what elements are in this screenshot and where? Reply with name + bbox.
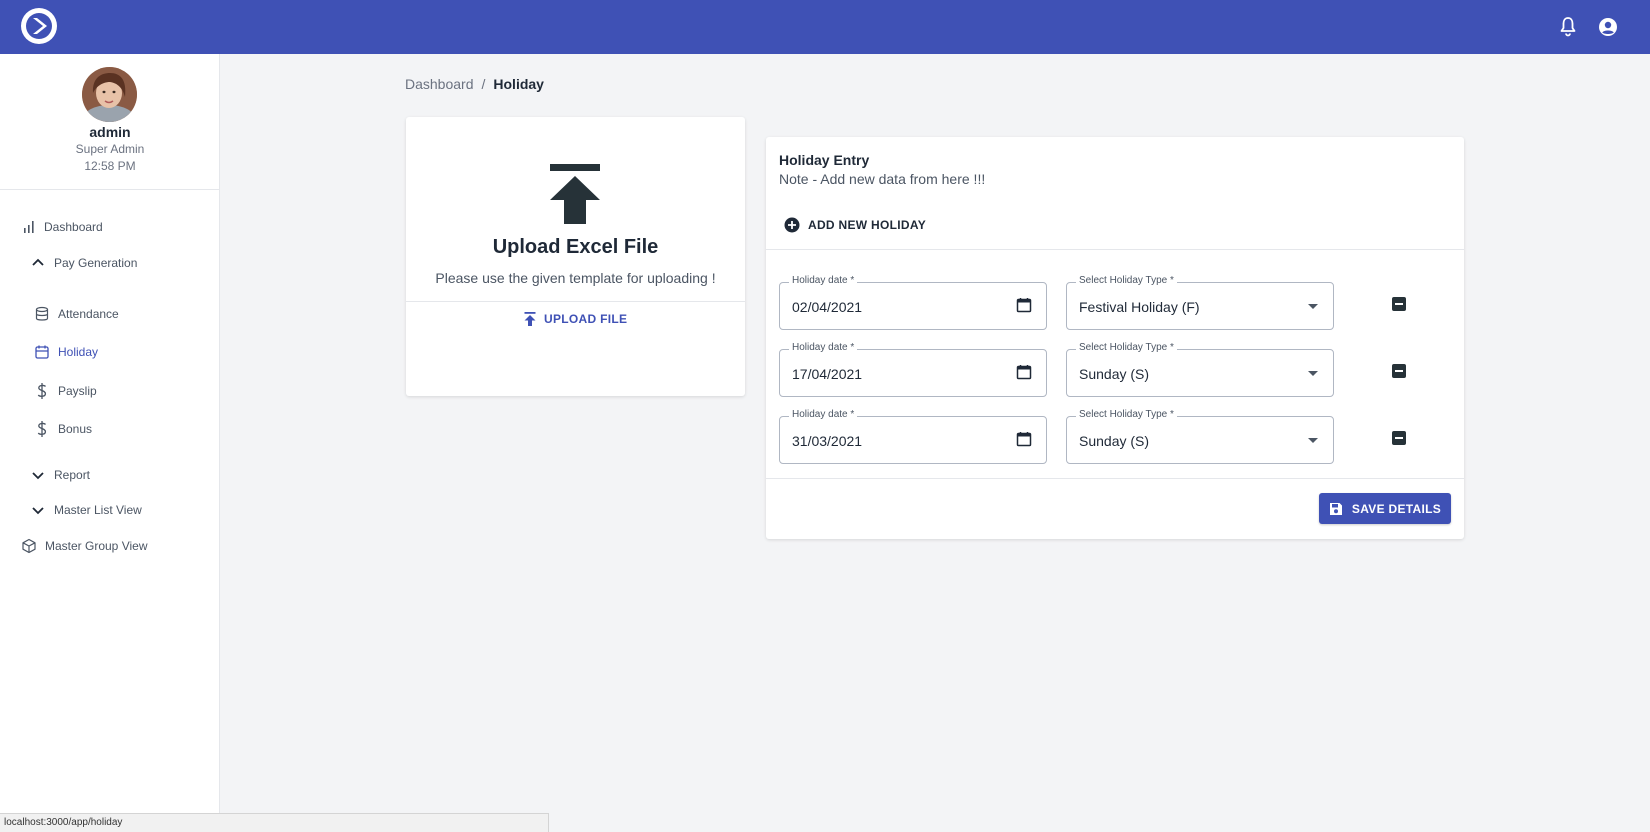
sidebar-item-label: Attendance — [58, 307, 119, 321]
breadcrumb: Dashboard / Holiday — [405, 76, 544, 92]
holiday-type-select[interactable]: Select Holiday Type * Sunday (S) — [1066, 409, 1334, 464]
sidebar-item-label: Bonus — [58, 422, 93, 436]
dollar-icon — [37, 421, 47, 437]
upload-file-label: UPLOAD FILE — [544, 312, 628, 326]
bell-icon[interactable] — [1556, 15, 1580, 39]
status-bar-url: localhost:3000/app/holiday — [0, 813, 549, 832]
holiday-entry-note: Note - Add new data from here !!! — [779, 171, 986, 187]
sidebar: admin Super Admin 12:58 PM Dashboard Pay… — [0, 54, 220, 832]
calendar-icon — [35, 345, 49, 359]
top-app-bar — [0, 0, 1650, 54]
upload-subtitle: Please use the given template for upload… — [435, 270, 716, 286]
sidebar-item-label: Master Group View — [45, 539, 148, 553]
dropdown-arrow-icon — [1308, 438, 1318, 443]
sidebar-item-label: Holiday — [58, 345, 99, 359]
holiday-date-field[interactable]: Holiday date * 02/04/2021 — [779, 275, 1047, 330]
holiday-date-value: 31/03/2021 — [792, 433, 863, 449]
upload-icon — [524, 312, 536, 326]
calendar-picker-icon[interactable] — [1016, 364, 1032, 380]
sidebar-divider — [0, 189, 220, 190]
holiday-date-value: 17/04/2021 — [792, 366, 863, 382]
holiday-date-label: Holiday date * — [789, 275, 858, 286]
sidebar-item-label: Report — [54, 468, 91, 482]
save-icon — [1329, 502, 1342, 515]
holiday-type-label: Select Holiday Type * — [1076, 409, 1177, 420]
sidebar-item-dashboard[interactable]: Dashboard — [22, 220, 103, 234]
holiday-type-label: Select Holiday Type * — [1076, 342, 1177, 353]
sidebar-item-bonus[interactable]: Bonus — [34, 420, 92, 438]
upload-title: Upload Excel File — [492, 236, 659, 258]
save-details-button[interactable]: SAVE DETAILS — [1319, 493, 1451, 524]
holiday-type-label: Select Holiday Type * — [1076, 275, 1177, 286]
calendar-picker-icon[interactable] — [1016, 297, 1032, 313]
holiday-entry-card: Holiday Entry Note - Add new data from h… — [766, 137, 1464, 539]
remove-row-button[interactable] — [1391, 430, 1409, 448]
app-logo[interactable] — [21, 8, 57, 44]
add-new-holiday-label: ADD NEW HOLIDAY — [808, 218, 927, 232]
sidebar-item-label: Payslip — [58, 384, 97, 398]
holiday-entry-footer-divider — [766, 478, 1464, 479]
dropdown-arrow-icon — [1308, 304, 1318, 309]
chevron-up-icon — [32, 258, 44, 266]
save-details-label: SAVE DETAILS — [1351, 501, 1442, 516]
remove-row-button[interactable] — [1391, 296, 1409, 314]
sidebar-item-attendance[interactable]: Attendance — [34, 306, 119, 322]
upload-divider — [406, 301, 745, 302]
sidebar-item-payslip[interactable]: Payslip — [34, 382, 97, 400]
cube-icon — [22, 538, 36, 554]
dropdown-arrow-icon — [1308, 371, 1318, 376]
breadcrumb-parent[interactable]: Dashboard — [405, 76, 474, 92]
user-role: Super Admin — [75, 142, 145, 156]
chevron-down-icon — [32, 507, 44, 515]
sidebar-item-label: Master List View — [54, 503, 142, 517]
upload-file-button[interactable]: UPLOAD FILE — [524, 312, 627, 326]
database-icon — [35, 306, 49, 321]
chevron-down-icon — [32, 472, 44, 480]
bar-chart-icon — [24, 221, 34, 233]
holiday-date-label: Holiday date * — [789, 409, 858, 420]
holiday-date-label: Holiday date * — [789, 342, 858, 353]
sidebar-item-label: Dashboard — [44, 220, 103, 234]
holiday-type-value: Sunday (S) — [1079, 366, 1150, 382]
user-name: admin — [89, 124, 131, 140]
calendar-picker-icon[interactable] — [1016, 431, 1032, 447]
holiday-date-value: 02/04/2021 — [792, 299, 863, 315]
upload-large-icon — [550, 164, 600, 224]
user-time: 12:58 PM — [84, 159, 136, 173]
logo-icon — [26, 13, 52, 39]
avatar[interactable] — [82, 67, 137, 122]
remove-row-button[interactable] — [1391, 363, 1409, 381]
sidebar-item-report[interactable]: Report — [30, 468, 90, 482]
breadcrumb-current: Holiday — [493, 76, 544, 92]
holiday-entry-title: Holiday Entry — [779, 152, 870, 168]
sidebar-item-label: Pay Generation — [54, 256, 138, 270]
sidebar-item-pay-generation[interactable]: Pay Generation — [30, 256, 137, 270]
holiday-type-select[interactable]: Select Holiday Type * Festival Holiday (… — [1066, 275, 1334, 330]
add-circle-icon — [784, 217, 800, 233]
sidebar-item-holiday[interactable]: Holiday — [34, 344, 98, 360]
holiday-date-field[interactable]: Holiday date * 17/04/2021 — [779, 342, 1047, 397]
sidebar-item-master-group-view[interactable]: Master Group View — [21, 538, 148, 554]
holiday-date-field[interactable]: Holiday date * 31/03/2021 — [779, 409, 1047, 464]
holiday-type-value: Festival Holiday (F) — [1079, 299, 1200, 315]
holiday-type-value: Sunday (S) — [1079, 433, 1150, 449]
account-circle-icon[interactable] — [1596, 15, 1620, 39]
holiday-entry-divider — [766, 249, 1464, 250]
holiday-type-select[interactable]: Select Holiday Type * Sunday (S) — [1066, 342, 1334, 397]
add-new-holiday-button[interactable]: ADD NEW HOLIDAY — [784, 217, 926, 233]
dollar-icon — [37, 383, 47, 399]
breadcrumb-separator: / — [481, 76, 486, 92]
sidebar-item-master-list-view[interactable]: Master List View — [30, 503, 142, 517]
upload-card: Upload Excel File Please use the given t… — [406, 117, 745, 396]
